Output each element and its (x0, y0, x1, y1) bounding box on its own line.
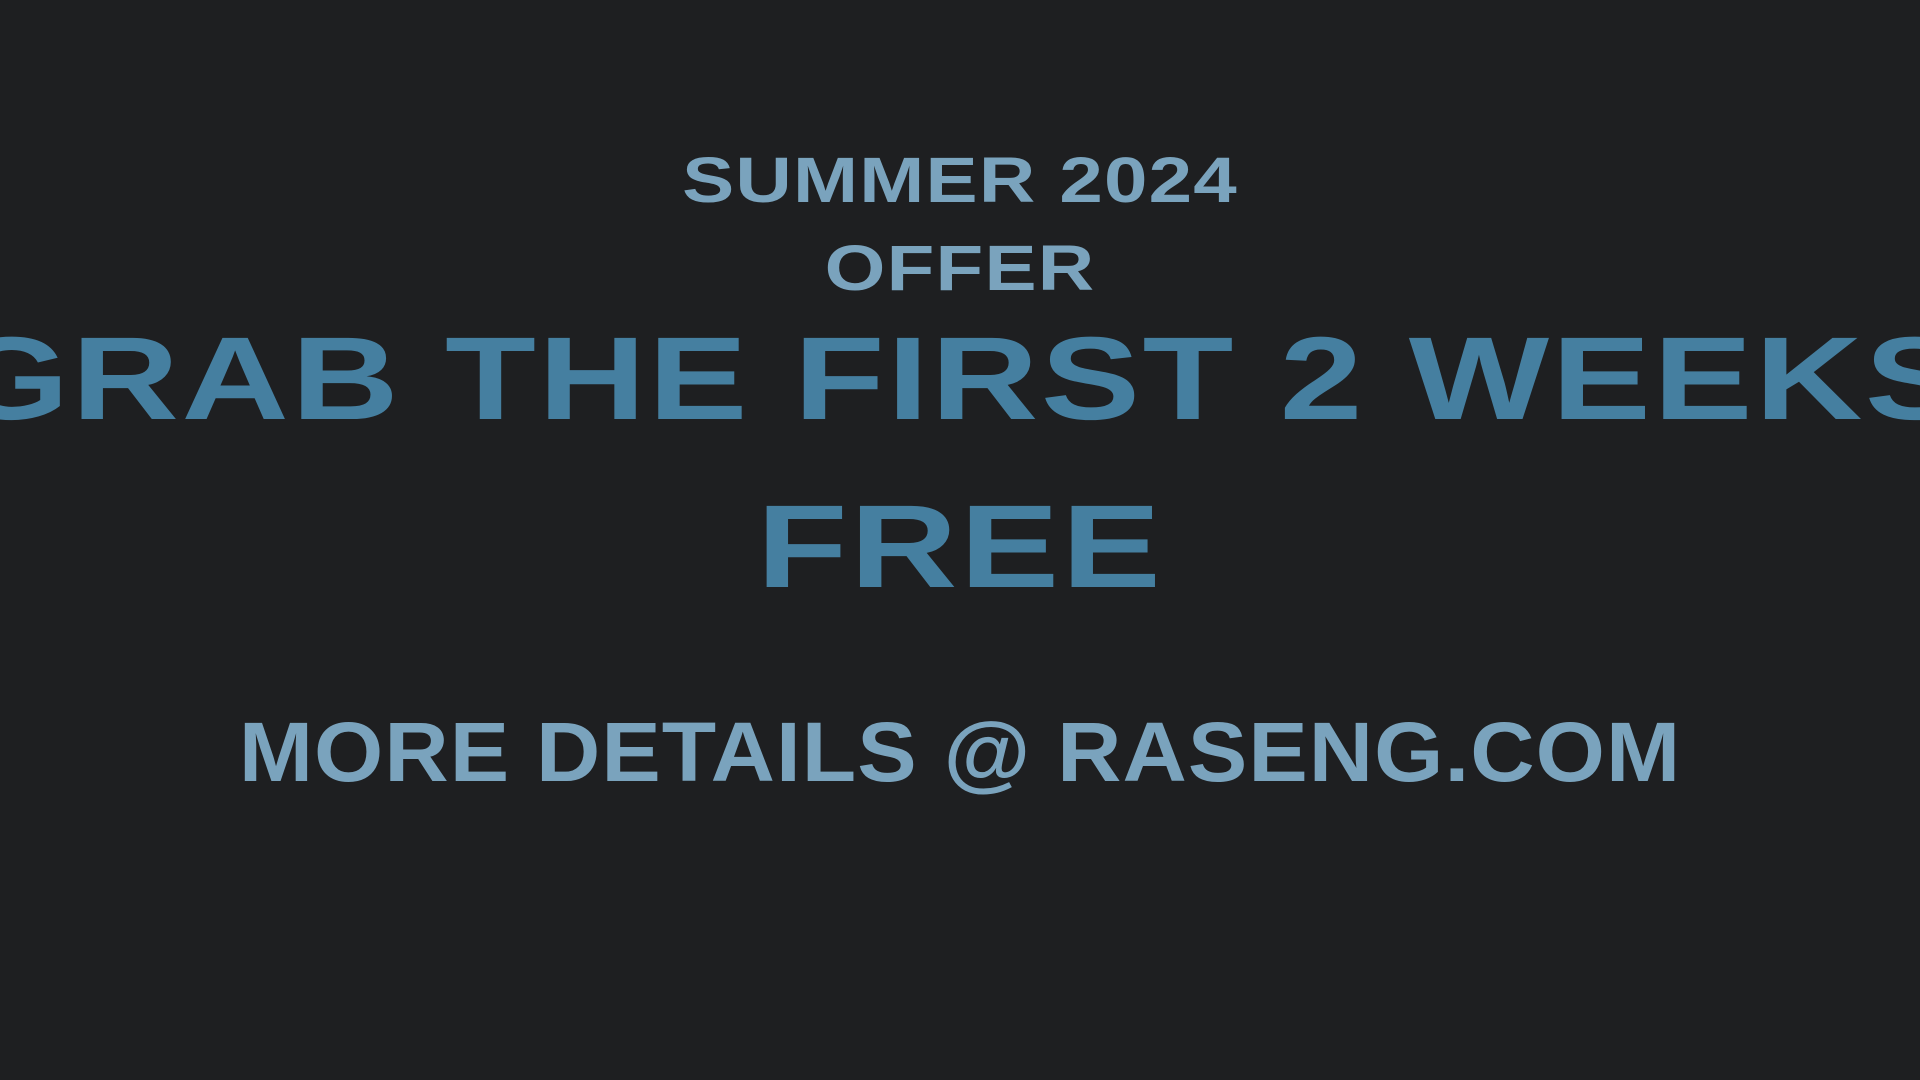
promo-eyebrow-offer: OFFER (824, 232, 1096, 304)
promo-headline: GRAB THE FIRST 2 WEEKS (0, 313, 1920, 445)
promo-eyebrow-season: SUMMER 2024 (682, 144, 1238, 216)
promo-headline-free: FREE (756, 481, 1164, 613)
promo-cta-details: MORE DETAILS @ RASENG.COM (238, 705, 1682, 799)
promo-banner: SUMMER 2024 OFFER GRAB THE FIRST 2 WEEKS… (0, 0, 1920, 1080)
